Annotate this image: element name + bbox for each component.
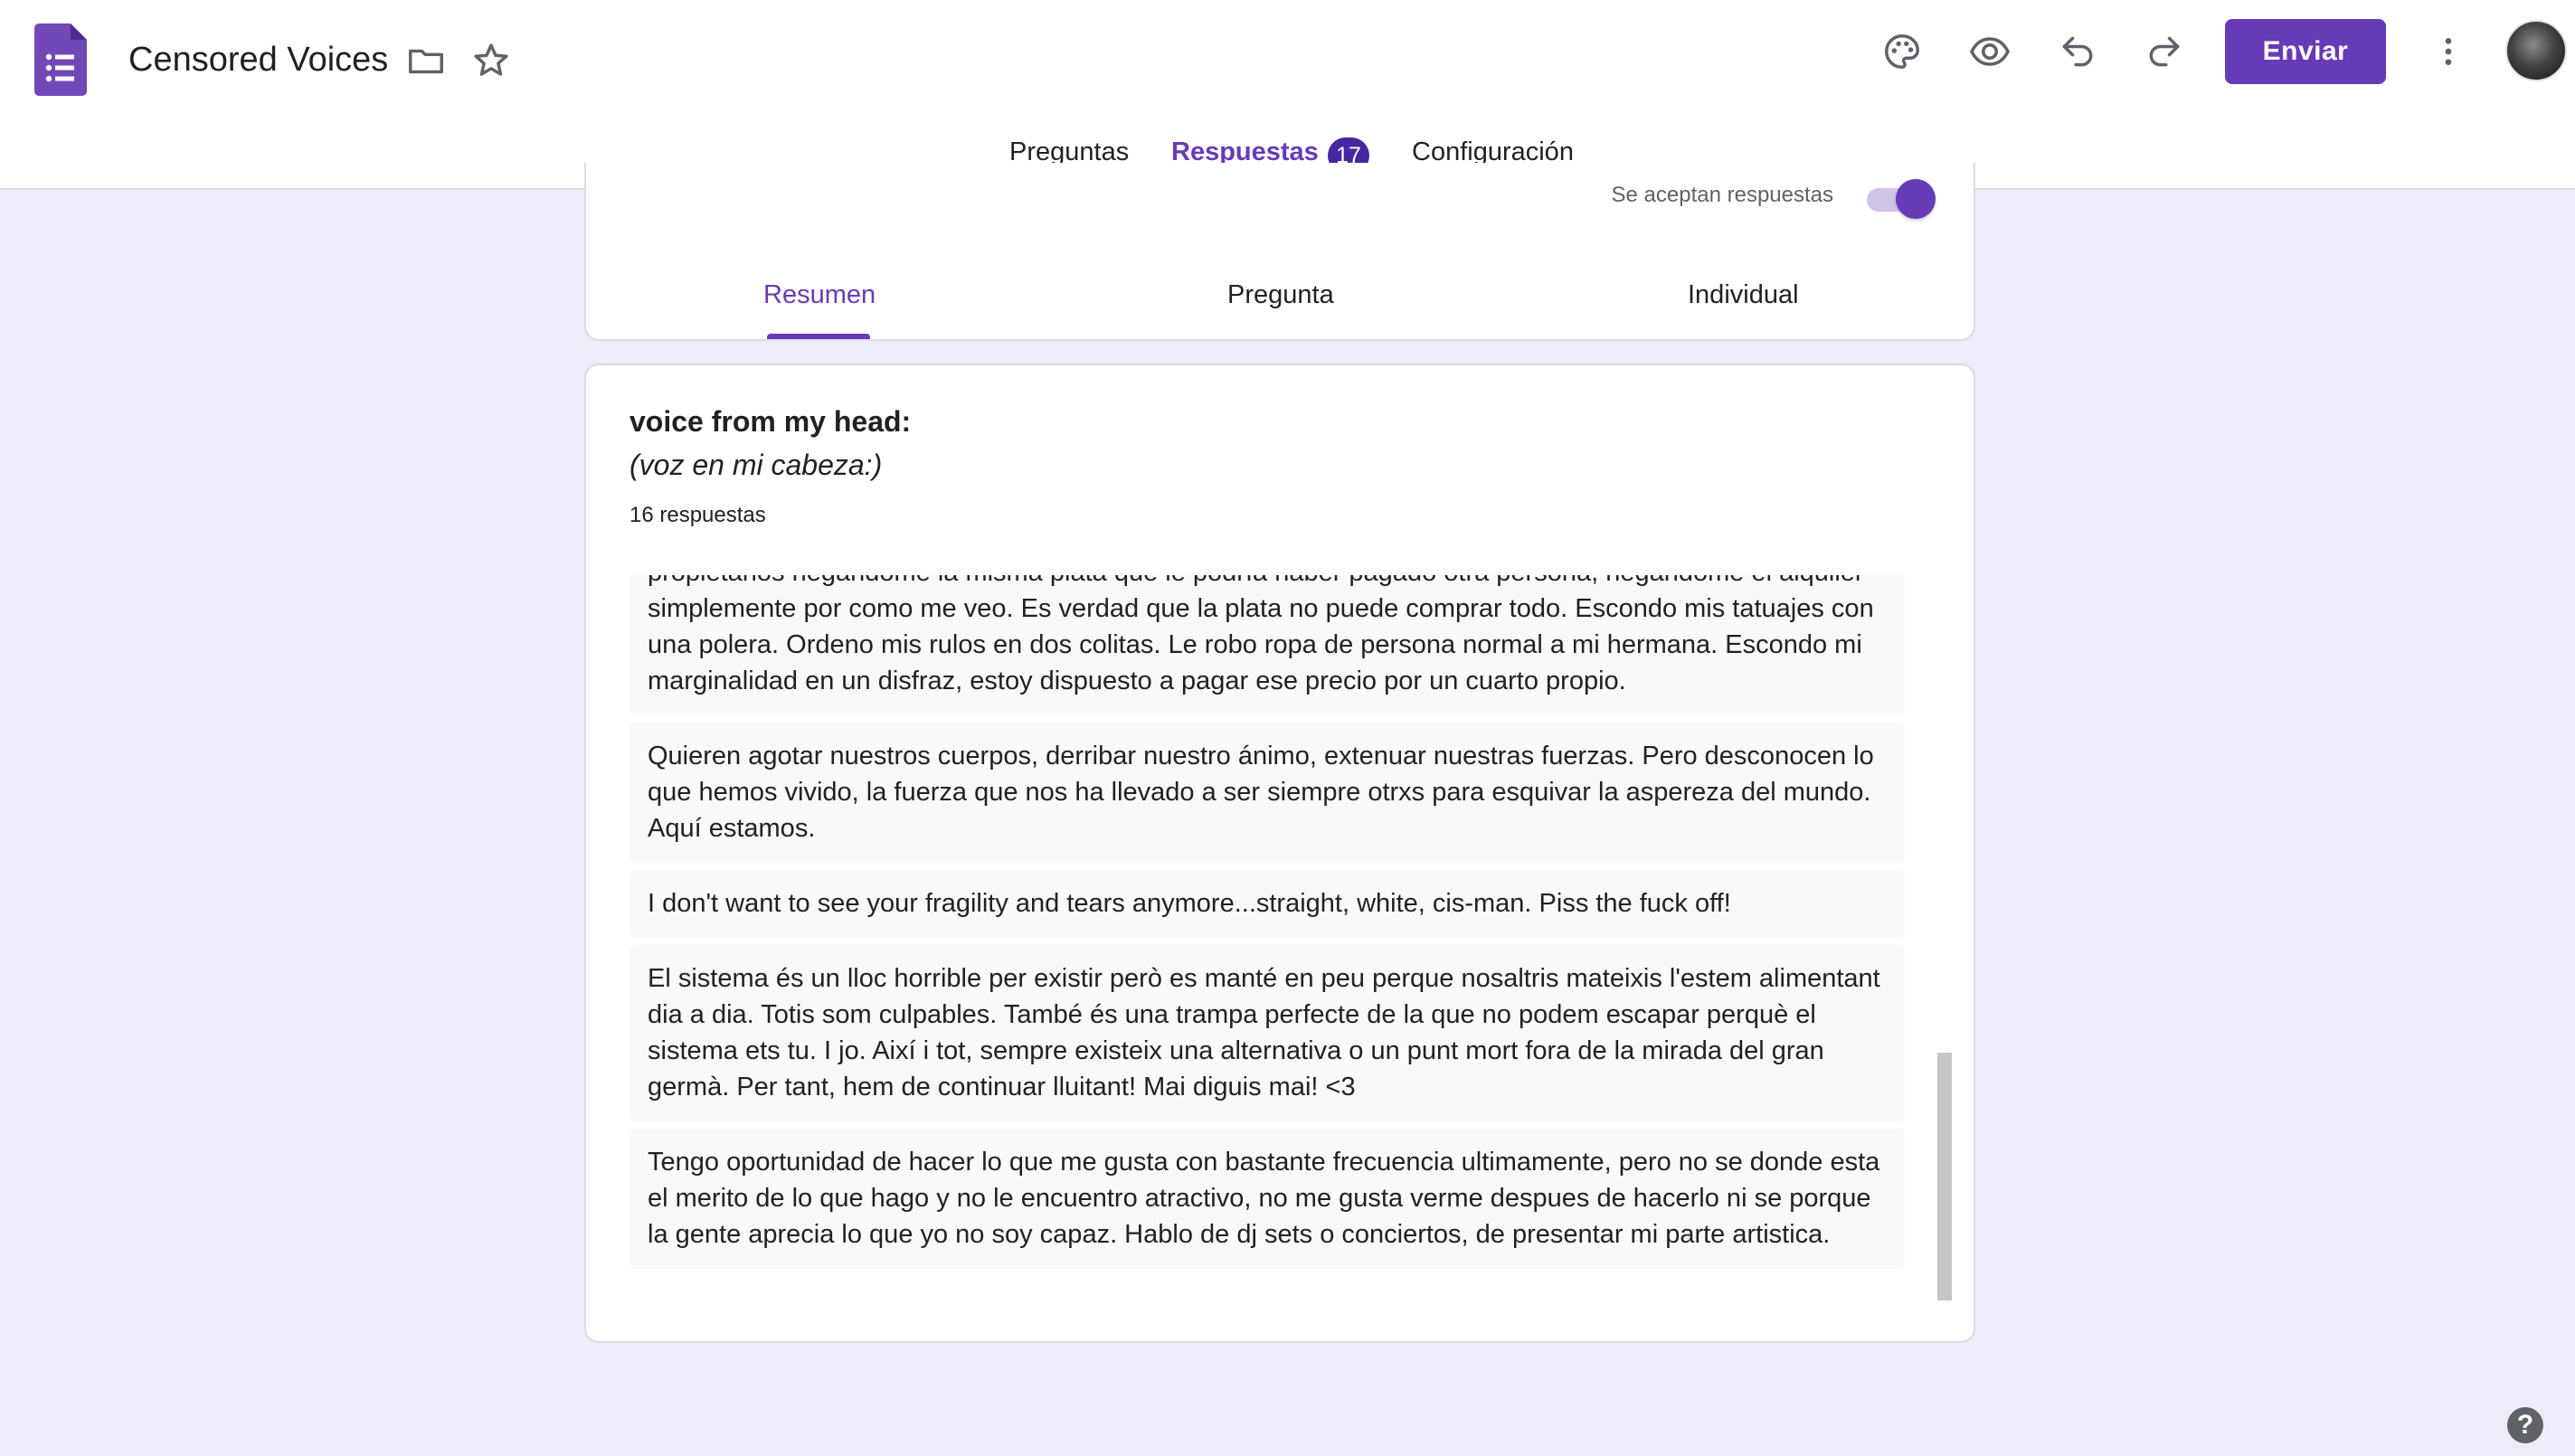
doc-title[interactable]: Censored Voices (128, 36, 388, 83)
preview-eye-icon[interactable] (1967, 29, 2012, 74)
redo-icon[interactable] (2142, 29, 2187, 74)
answers-scrollbar-thumb[interactable] (1937, 1053, 1952, 1300)
more-vert-icon[interactable] (2426, 29, 2471, 74)
star-icon[interactable] (470, 40, 512, 81)
subtab-question[interactable]: Pregunta (1227, 280, 1334, 310)
folder-icon[interactable] (405, 40, 447, 81)
undo-icon[interactable] (2055, 29, 2100, 74)
avatar[interactable] (2505, 20, 2567, 81)
accepting-responses-label: Se aceptan respuestas (1611, 183, 1834, 207)
forms-app-icon[interactable] (34, 24, 87, 96)
top-bar: Censored Voices Enviar Preguntas Respues… (0, 0, 2575, 190)
answer-item: Quieren agotar nuestros cuerpos, derriba… (630, 723, 1905, 863)
subtab-summary[interactable]: Resumen (763, 280, 876, 310)
answer-item: Tengo oportunidad de hacer lo que me gus… (630, 1129, 1905, 1269)
accepting-responses-toggle-knob[interactable] (1896, 179, 1936, 219)
answers-list[interactable]: propietarios negándome la misma plata qu… (630, 575, 1905, 1300)
active-subtab-indicator (767, 334, 870, 339)
answer-item: El sistema és un lloc horrible per exist… (630, 945, 1905, 1121)
question-subtitle: (voz en mi cabeza:) (630, 449, 883, 481)
responses-summary-card: Se aceptan respuestas Resumen Pregunta I… (584, 163, 1975, 341)
send-button[interactable]: Enviar (2225, 19, 2386, 84)
subtab-individual[interactable]: Individual (1688, 280, 1799, 310)
help-icon[interactable]: ? (2507, 1407, 2543, 1443)
response-count: 16 respuestas (630, 503, 766, 527)
question-title: voice from my head: (630, 405, 912, 438)
answer-item: I don't want to see your fragility and t… (630, 870, 1905, 938)
palette-icon[interactable] (1879, 29, 1925, 74)
question-responses-card: voice from my head: (voz en mi cabeza:) … (584, 364, 1975, 1343)
answer-item: propietarios negándome la misma plata qu… (630, 575, 1905, 715)
